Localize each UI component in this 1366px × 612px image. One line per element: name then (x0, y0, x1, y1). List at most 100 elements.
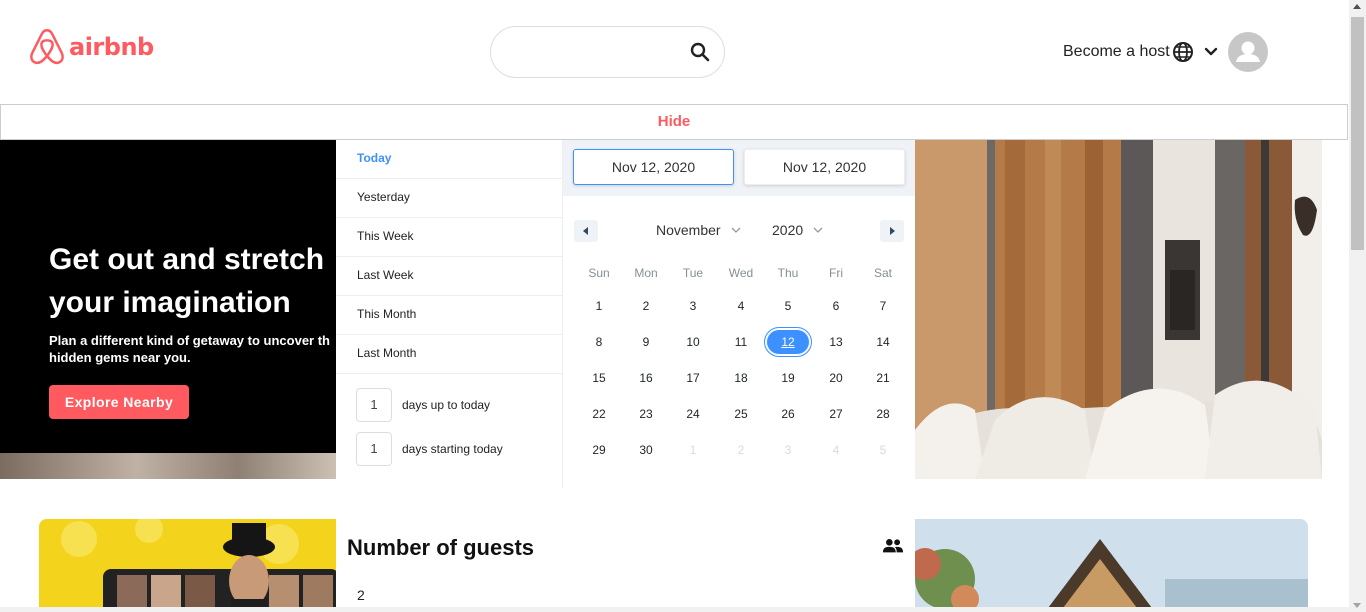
weekday-fri: Fri (829, 266, 843, 280)
scroll-thumb[interactable] (1351, 17, 1364, 250)
airbnb-logo-icon (30, 29, 64, 65)
days-starting-today-row: 1 days starting today (356, 432, 503, 466)
search-bar[interactable] (490, 26, 725, 78)
calendar-day[interactable]: 11 (719, 329, 763, 355)
calendar-day[interactable]: 25 (719, 401, 763, 427)
days-starting-today-label: days starting today (402, 442, 503, 456)
chevron-down-icon (731, 227, 741, 233)
calendar-day[interactable]: 16 (624, 365, 668, 391)
calendar-day-passive[interactable]: 1 (671, 437, 715, 463)
calendar-day[interactable]: 22 (577, 401, 621, 427)
range-last-week[interactable]: Last Week (336, 257, 562, 296)
online-experiences-card-image[interactable] (39, 519, 339, 612)
static-ranges: Today Yesterday This Week Last Week This… (336, 140, 563, 488)
calendar-day[interactable]: 2 (624, 293, 668, 319)
user-icon (1236, 41, 1260, 62)
caret-right-icon (890, 227, 895, 235)
calendar-day-passive[interactable]: 3 (766, 437, 810, 463)
hero-rug-image (0, 453, 340, 479)
guests-count[interactable]: 2 (357, 587, 365, 603)
hero-subtitle-line1: Plan a different kind of getaway to unco… (49, 333, 330, 348)
hero-room-image (915, 140, 1322, 479)
hero-title: Get out and stretch your imagination (49, 238, 349, 324)
year-select[interactable]: 2020 (772, 222, 823, 238)
calendar-day[interactable]: 1 (577, 293, 621, 319)
calendar-day[interactable]: 18 (719, 365, 763, 391)
range-yesterday[interactable]: Yesterday (336, 179, 562, 218)
page: airbnb Become a host Hide Get out and st… (0, 0, 1366, 612)
calendar-day-passive[interactable]: 2 (719, 437, 763, 463)
calendar-day[interactable]: 27 (814, 401, 858, 427)
globe-icon[interactable] (1172, 41, 1194, 63)
house-illustration (915, 519, 1308, 612)
calendar-day[interactable]: 13 (814, 329, 858, 355)
calendar-day[interactable]: 8 (577, 329, 621, 355)
calendar-day[interactable]: 23 (624, 401, 668, 427)
weekday-sun: Sun (588, 266, 610, 280)
search-icon[interactable] (690, 42, 710, 62)
room-illustration (915, 140, 1322, 479)
explore-nearby-button[interactable]: Explore Nearby (49, 385, 189, 419)
range-today[interactable]: Today (336, 140, 562, 179)
calendar-day[interactable]: 29 (577, 437, 621, 463)
prev-month-button[interactable] (574, 220, 598, 242)
calendar-day-passive[interactable]: 5 (861, 437, 905, 463)
online-experiences-illustration (39, 519, 339, 612)
calendar-day[interactable]: 15 (577, 365, 621, 391)
year-select-value: 2020 (772, 222, 804, 238)
days-starting-today-input[interactable]: 1 (356, 432, 392, 466)
calendar-day-passive[interactable]: 4 (814, 437, 858, 463)
avatar[interactable] (1228, 32, 1268, 72)
end-date-input[interactable]: Nov 12, 2020 (744, 149, 905, 185)
weekday-thu: Thu (777, 266, 799, 280)
become-host-link[interactable]: Become a host (1063, 43, 1170, 61)
start-date-input[interactable]: Nov 12, 2020 (573, 149, 734, 185)
hero-subtitle: Plan a different kind of getaway to unco… (49, 332, 330, 366)
days-up-to-today-input[interactable]: 1 (356, 388, 392, 422)
calendar: Nov 12, 2020 Nov 12, 2020 November 2020 … (563, 140, 915, 488)
next-month-button[interactable] (880, 220, 904, 242)
chevron-down-icon[interactable] (1204, 45, 1218, 59)
calendar-day[interactable]: 9 (624, 329, 668, 355)
scroll-down-arrow-icon[interactable] (1353, 603, 1361, 608)
calendar-day[interactable]: 6 (814, 293, 858, 319)
range-this-month[interactable]: This Month (336, 296, 562, 335)
month-select[interactable]: November (656, 222, 741, 238)
horizontal-scrollbar[interactable] (0, 607, 1349, 612)
header: airbnb Become a host (0, 0, 1349, 104)
weekday-sat: Sat (873, 266, 892, 280)
hide-button[interactable]: Hide (0, 104, 1348, 140)
guests-title: Number of guests (347, 535, 535, 560)
airbnb-logo[interactable]: airbnb (29, 28, 154, 66)
caret-left-icon (583, 227, 588, 235)
calendar-day[interactable]: 24 (671, 401, 715, 427)
weekday-mon: Mon (634, 266, 658, 280)
calendar-day[interactable]: 14 (861, 329, 905, 355)
calendar-day[interactable]: 3 (671, 293, 715, 319)
logo-text: airbnb (69, 33, 154, 61)
calendar-day[interactable]: 26 (766, 401, 810, 427)
range-this-week[interactable]: This Week (336, 218, 562, 257)
hero-title-line1: Get out and stretch (49, 243, 325, 276)
guests-panel: Number of guests 2 (336, 519, 915, 612)
stays-card-image[interactable] (915, 519, 1308, 612)
range-last-month[interactable]: Last Month (336, 335, 562, 374)
hero-title-line2: your imagination (49, 286, 291, 319)
calendar-day[interactable]: 19 (766, 365, 810, 391)
calendar-day[interactable]: 30 (624, 437, 668, 463)
date-range-picker: Today Yesterday This Week Last Week This… (336, 140, 915, 488)
weekday-wed: Wed (728, 266, 754, 280)
chevron-down-icon (813, 227, 823, 233)
calendar-day-selected[interactable]: 12 (764, 327, 812, 357)
calendar-day[interactable]: 28 (861, 401, 905, 427)
calendar-day[interactable]: 5 (766, 293, 810, 319)
people-icon (882, 539, 904, 553)
calendar-day[interactable]: 21 (861, 365, 905, 391)
calendar-day[interactable]: 10 (671, 329, 715, 355)
calendar-day[interactable]: 20 (814, 365, 858, 391)
calendar-day[interactable]: 17 (671, 365, 715, 391)
calendar-day[interactable]: 7 (861, 293, 905, 319)
calendar-day[interactable]: 4 (719, 293, 763, 319)
scroll-up-arrow-icon[interactable] (1353, 4, 1361, 9)
vertical-scrollbar[interactable] (1349, 0, 1366, 612)
